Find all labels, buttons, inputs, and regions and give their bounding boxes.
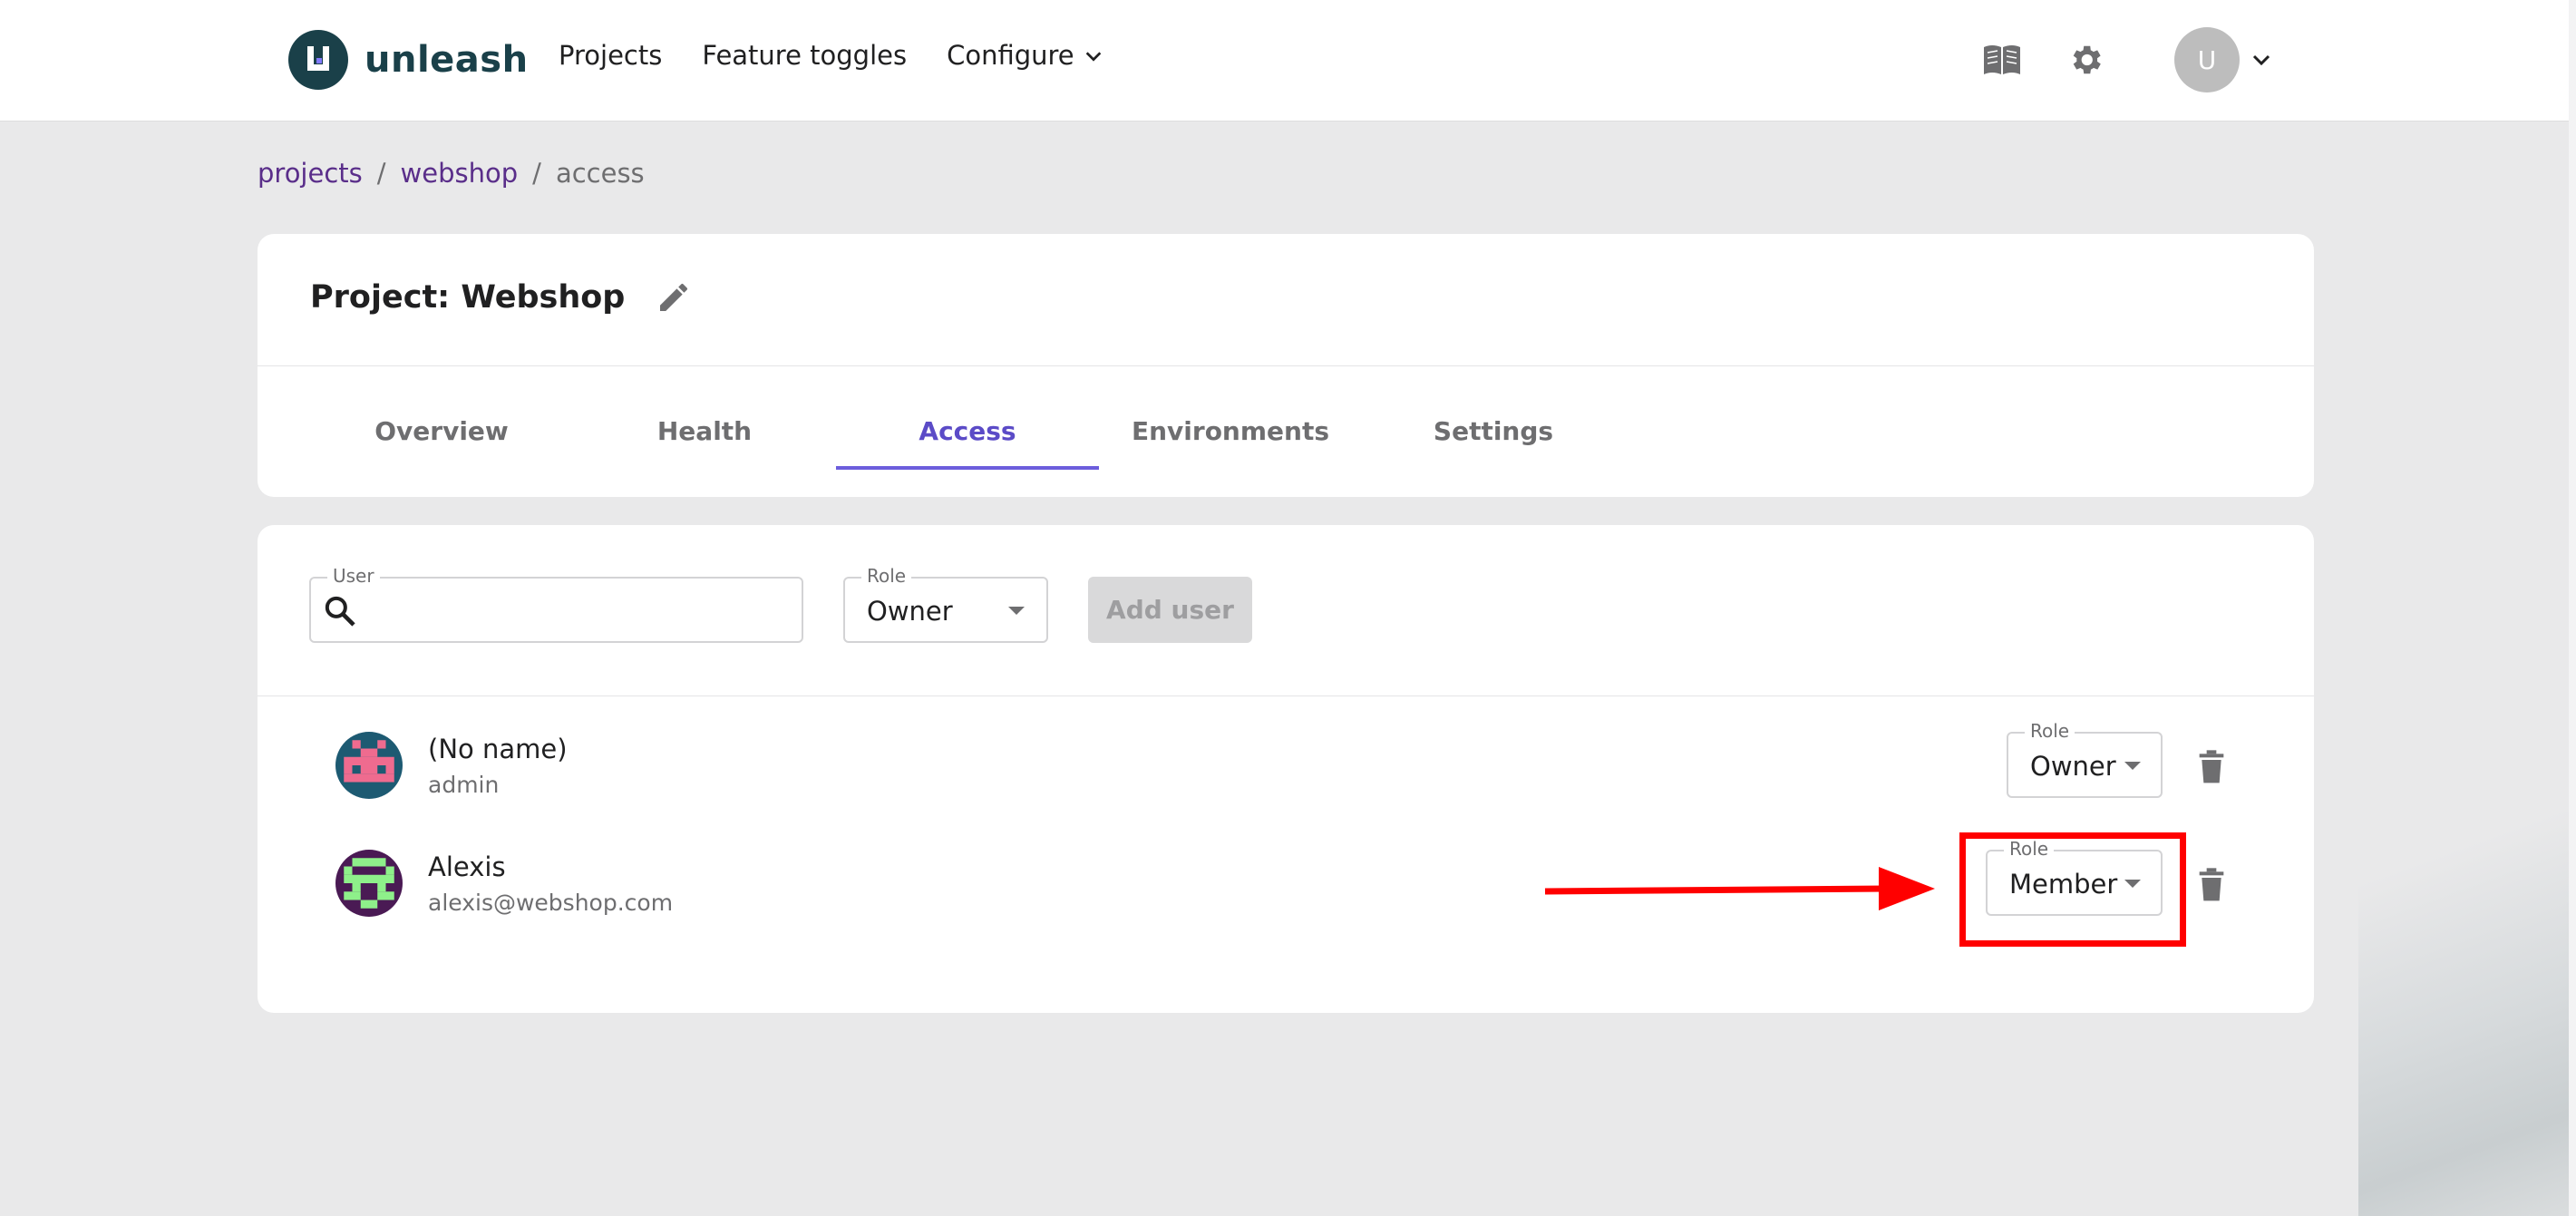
breadcrumb-projects[interactable]: projects: [258, 158, 363, 189]
page-title: Project: Webshop: [310, 279, 626, 316]
project-title-row: Project: Webshop: [310, 279, 692, 316]
nav-configure[interactable]: Configure: [947, 40, 1103, 71]
role-field-label: Role: [861, 565, 912, 587]
chevron-down-icon: [2252, 54, 2270, 66]
header-actions: U: [1980, 27, 2272, 92]
user-row: (No name) admin Role Owner: [258, 705, 2314, 822]
main-nav: Projects Feature toggles Configure: [559, 40, 1103, 71]
user-email: admin: [428, 772, 500, 798]
project-header-card: Project: Webshop Overview Health Access …: [258, 234, 2314, 497]
delete-trash-icon[interactable]: [2197, 750, 2226, 784]
breadcrumb-webshop[interactable]: webshop: [401, 158, 519, 189]
nav-projects[interactable]: Projects: [559, 40, 662, 71]
nav-feature-toggles[interactable]: Feature toggles: [702, 40, 907, 71]
top-header: unleash Projects Feature toggles Configu…: [0, 0, 2576, 122]
delete-trash-icon[interactable]: [2197, 868, 2226, 902]
unleash-logo[interactable]: unleash: [288, 30, 529, 90]
role-select-value: Owner: [2030, 751, 2116, 782]
breadcrumb-current: access: [555, 158, 645, 189]
project-tabs: Overview Health Access Environments Sett…: [310, 365, 1625, 497]
annotation-highlight-box: [1959, 832, 2186, 947]
breadcrumb: projects / webshop / access: [258, 158, 645, 189]
annotation-arrow-icon: [1544, 867, 1935, 910]
tab-overview[interactable]: Overview: [310, 365, 573, 497]
unleash-logo-icon: [288, 30, 348, 90]
edit-pencil-icon[interactable]: [656, 279, 692, 316]
search-icon: [325, 596, 355, 627]
breadcrumb-separator: /: [376, 158, 386, 189]
breadcrumb-separator: /: [532, 158, 541, 189]
user-field-label: User: [327, 565, 380, 587]
settings-gear-icon[interactable]: [2064, 38, 2107, 82]
avatar: U: [2174, 27, 2240, 92]
role-select[interactable]: Role Owner: [843, 565, 1048, 643]
user-name: Alexis: [428, 851, 506, 882]
user-email: alexis@webshop.com: [428, 890, 674, 916]
user-name: (No name): [428, 734, 568, 764]
nav-configure-label: Configure: [947, 40, 1074, 71]
role-field-label: Role: [2025, 720, 2075, 742]
tab-environments[interactable]: Environments: [1099, 365, 1362, 497]
dropdown-caret-icon: [2124, 762, 2141, 770]
tab-health[interactable]: Health: [573, 365, 836, 497]
window-edge: [2569, 0, 2576, 1216]
role-select-value: Owner: [867, 596, 953, 627]
add-user-button[interactable]: Add user: [1088, 577, 1252, 643]
tab-access[interactable]: Access: [836, 365, 1099, 497]
chevron-down-icon: [1085, 52, 1101, 62]
dropdown-caret-icon: [1008, 607, 1025, 615]
background-decoration: [2358, 781, 2576, 1216]
user-avatar: [335, 732, 403, 799]
logo-text: unleash: [365, 39, 529, 81]
user-search-input[interactable]: [367, 588, 784, 633]
user-menu[interactable]: U: [2174, 27, 2272, 92]
user-avatar: [335, 850, 403, 917]
docs-book-icon[interactable]: [1980, 38, 2024, 82]
tab-settings[interactable]: Settings: [1362, 365, 1625, 497]
user-search-field[interactable]: User: [309, 565, 803, 643]
user-role-select[interactable]: Role Owner: [2007, 720, 2163, 798]
